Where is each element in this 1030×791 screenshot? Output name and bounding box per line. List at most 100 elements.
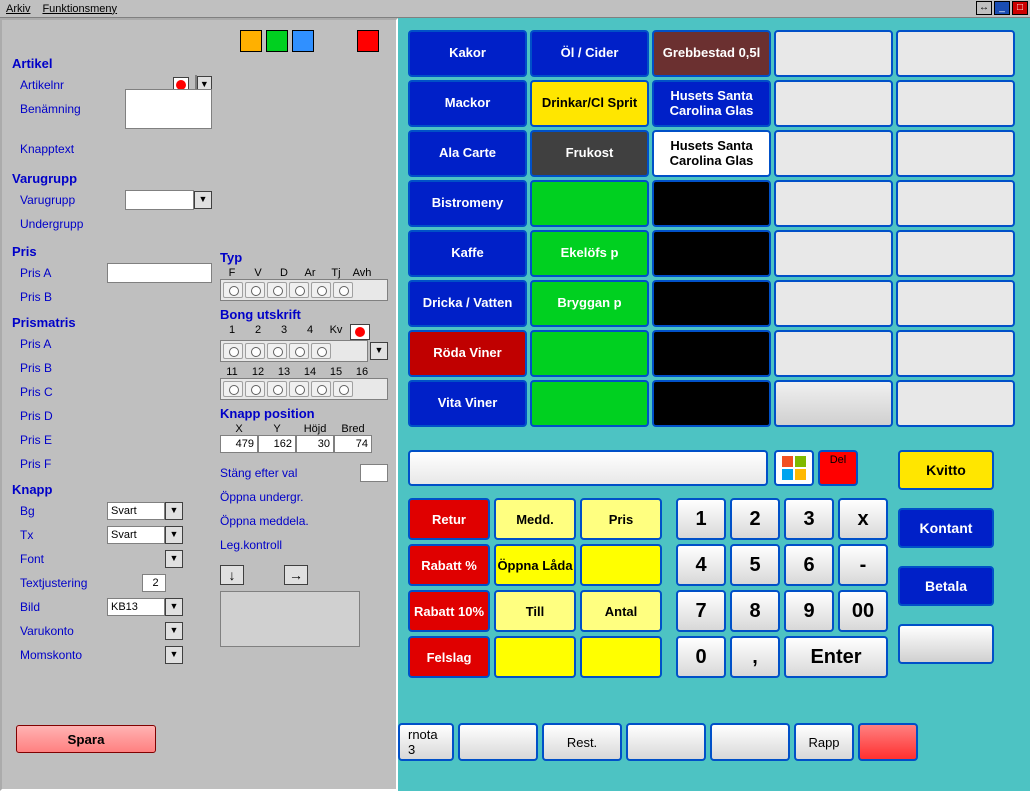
func-button-0[interactable]: Retur [408, 498, 490, 540]
pos-button-23[interactable] [774, 230, 893, 277]
func-button-3[interactable]: Rabatt % [408, 544, 490, 586]
close-button[interactable]: □ [1012, 1, 1028, 15]
pos-button-9[interactable] [896, 80, 1015, 127]
arrow-down-button[interactable]: ↓ [220, 565, 244, 585]
numpad-6[interactable]: 6 [784, 544, 834, 586]
blank-right-button[interactable] [898, 624, 994, 664]
tab-nota[interactable]: rnota 3 [398, 723, 454, 761]
bong-indicator[interactable] [350, 324, 370, 340]
stang-link[interactable]: Stäng efter val [220, 461, 388, 485]
benamning-input[interactable] [125, 89, 212, 129]
pos-button-25[interactable]: Dricka / Vatten [408, 280, 527, 327]
pos-button-4[interactable] [896, 30, 1015, 77]
bild-dropdown[interactable]: ▼ [165, 598, 183, 616]
pos-button-18[interactable] [774, 180, 893, 227]
func-button-9[interactable]: Felslag [408, 636, 490, 678]
leg-link[interactable]: Leg.kontroll [220, 533, 388, 557]
minimize-button[interactable]: _ [994, 1, 1010, 15]
numpad-5[interactable]: 5 [730, 544, 780, 586]
pos-button-21[interactable]: Ekelöfs p [530, 230, 649, 277]
tx-input[interactable] [107, 526, 165, 544]
pos-button-24[interactable] [896, 230, 1015, 277]
pos-button-13[interactable] [774, 130, 893, 177]
pos-button-28[interactable] [774, 280, 893, 327]
color-orange[interactable] [240, 30, 262, 52]
pos-button-32[interactable] [652, 330, 771, 377]
color-green[interactable] [266, 30, 288, 52]
pos-y-input[interactable] [258, 435, 296, 453]
bong-radios-2[interactable] [220, 378, 388, 400]
pos-button-2[interactable]: Grebbestad 0,5l [652, 30, 771, 77]
numpad--[interactable]: - [838, 544, 888, 586]
menu-arkiv[interactable]: Arkiv [0, 2, 36, 16]
momskonto-dropdown[interactable]: ▼ [165, 646, 183, 664]
pos-button-33[interactable] [774, 330, 893, 377]
tx-dropdown[interactable]: ▼ [165, 526, 183, 544]
numpad-,[interactable]: , [730, 636, 780, 678]
pos-x-input[interactable] [220, 435, 258, 453]
tab-blank-3[interactable] [710, 723, 790, 761]
pos-button-14[interactable] [896, 130, 1015, 177]
func-button-5[interactable] [580, 544, 662, 586]
pos-button-3[interactable] [774, 30, 893, 77]
pos-button-15[interactable]: Bistromeny [408, 180, 527, 227]
bg-input[interactable] [107, 502, 165, 520]
pos-button-0[interactable]: Kakor [408, 30, 527, 77]
func-button-10[interactable] [494, 636, 576, 678]
pos-button-39[interactable] [896, 380, 1015, 427]
func-button-11[interactable] [580, 636, 662, 678]
pos-button-31[interactable] [530, 330, 649, 377]
oppna-u-link[interactable]: Öppna undergr. [220, 485, 388, 509]
pos-button-7[interactable]: Husets Santa Carolina Glas [652, 80, 771, 127]
pos-button-1[interactable]: Öl / Cider [530, 30, 649, 77]
numpad-7[interactable]: 7 [676, 590, 726, 632]
numpad-Enter[interactable]: Enter [784, 636, 888, 678]
varukonto-dropdown[interactable]: ▼ [165, 622, 183, 640]
pos-button-12[interactable]: Husets Santa Carolina Glas [652, 130, 771, 177]
pos-b-input[interactable] [334, 435, 372, 453]
func-button-2[interactable]: Pris [580, 498, 662, 540]
numpad-x[interactable]: x [838, 498, 888, 540]
pos-h-input[interactable] [296, 435, 334, 453]
numpad-2[interactable]: 2 [730, 498, 780, 540]
numpad-00[interactable]: 00 [838, 590, 888, 632]
pos-button-11[interactable]: Frukost [530, 130, 649, 177]
menu-funktionsmeny[interactable]: Funktionsmeny [36, 2, 123, 16]
pos-button-26[interactable]: Bryggan p [530, 280, 649, 327]
pos-button-10[interactable]: Ala Carte [408, 130, 527, 177]
tab-rapp[interactable]: Rapp [794, 723, 854, 761]
pos-button-35[interactable]: Vita Viner [408, 380, 527, 427]
del-button[interactable]: Del [818, 450, 858, 486]
move-icon[interactable]: ↔ [976, 1, 992, 15]
bild-input[interactable] [107, 598, 165, 616]
font-dropdown[interactable]: ▼ [165, 550, 183, 568]
numpad-1[interactable]: 1 [676, 498, 726, 540]
tab-blank-1[interactable] [458, 723, 538, 761]
tab-red[interactable] [858, 723, 918, 761]
varugrupp-input[interactable] [125, 190, 194, 210]
func-button-1[interactable]: Medd. [494, 498, 576, 540]
pos-button-19[interactable] [896, 180, 1015, 227]
pos-button-5[interactable]: Mackor [408, 80, 527, 127]
pos-button-17[interactable] [652, 180, 771, 227]
pos-button-36[interactable] [530, 380, 649, 427]
func-button-8[interactable]: Antal [580, 590, 662, 632]
bg-dropdown[interactable]: ▼ [165, 502, 183, 520]
typ-radios[interactable] [220, 279, 388, 301]
kontant-button[interactable]: Kontant [898, 508, 994, 548]
numpad-8[interactable]: 8 [730, 590, 780, 632]
pos-button-20[interactable]: Kaffe [408, 230, 527, 277]
pos-button-22[interactable] [652, 230, 771, 277]
func-button-4[interactable]: Öppna Låda [494, 544, 576, 586]
pos-button-8[interactable] [774, 80, 893, 127]
pos-button-38[interactable] [774, 380, 893, 427]
arrow-right-button[interactable]: → [284, 565, 308, 585]
numpad-3[interactable]: 3 [784, 498, 834, 540]
betala-button[interactable]: Betala [898, 566, 994, 606]
pos-button-29[interactable] [896, 280, 1015, 327]
textjustering-input[interactable] [142, 574, 166, 592]
func-button-7[interactable]: Till [494, 590, 576, 632]
pris-a-input[interactable] [107, 263, 212, 283]
bong-dropdown[interactable]: ▼ [370, 342, 388, 360]
pos-button-27[interactable] [652, 280, 771, 327]
